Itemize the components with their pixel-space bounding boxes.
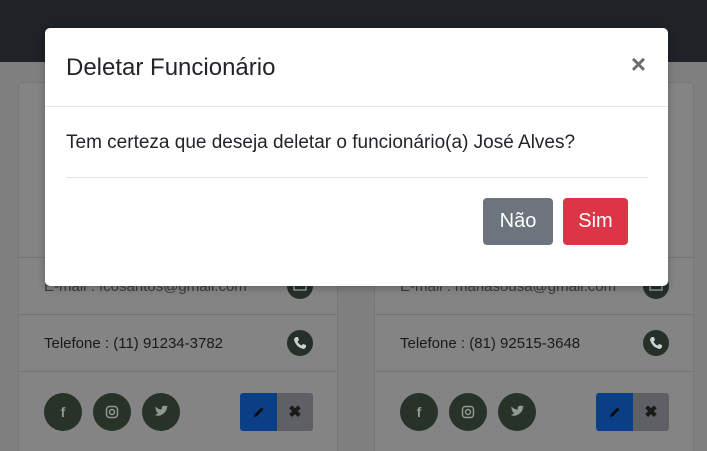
phone-text: Telefone : (11) 91234-3782	[44, 334, 224, 352]
phone-row: Telefone : (11) 91234-3782	[19, 314, 337, 371]
phone-icon	[287, 330, 313, 356]
edit-button[interactable]	[240, 392, 277, 431]
delete-button[interactable]: ✖	[277, 392, 313, 431]
card-action-buttons: ✖	[240, 392, 313, 431]
close-icon[interactable]: ×	[631, 51, 646, 77]
facebook-icon[interactable]: f	[400, 392, 438, 431]
facebook-icon[interactable]: f	[44, 392, 82, 431]
social-links: f	[400, 392, 536, 431]
twitter-icon[interactable]	[498, 392, 536, 431]
modal-header: Deletar Funcionário ×	[45, 28, 668, 107]
actions-row: f ✖	[375, 371, 693, 451]
instagram-icon[interactable]	[449, 392, 487, 431]
modal-divider	[66, 177, 648, 178]
social-links: f	[44, 392, 180, 431]
phone-row: Telefone : (81) 92515-3648	[375, 314, 693, 371]
actions-row: f ✖	[19, 371, 337, 451]
card-action-buttons: ✖	[596, 392, 669, 431]
phone-text: Telefone : (81) 92515-3648	[400, 334, 581, 352]
modal-title: Deletar Funcionário	[66, 54, 276, 81]
instagram-icon[interactable]	[93, 392, 131, 431]
twitter-icon[interactable]	[142, 392, 180, 431]
confirmation-message: Tem certeza que deseja deletar o funcion…	[66, 132, 576, 153]
phone-icon	[643, 330, 669, 356]
delete-employee-modal: Deletar Funcionário × Tem certeza que de…	[45, 28, 668, 286]
cancel-button[interactable]: Não	[483, 198, 553, 245]
edit-button[interactable]	[596, 392, 633, 431]
delete-button[interactable]: ✖	[633, 392, 669, 431]
confirm-delete-button[interactable]: Sim	[563, 198, 628, 245]
